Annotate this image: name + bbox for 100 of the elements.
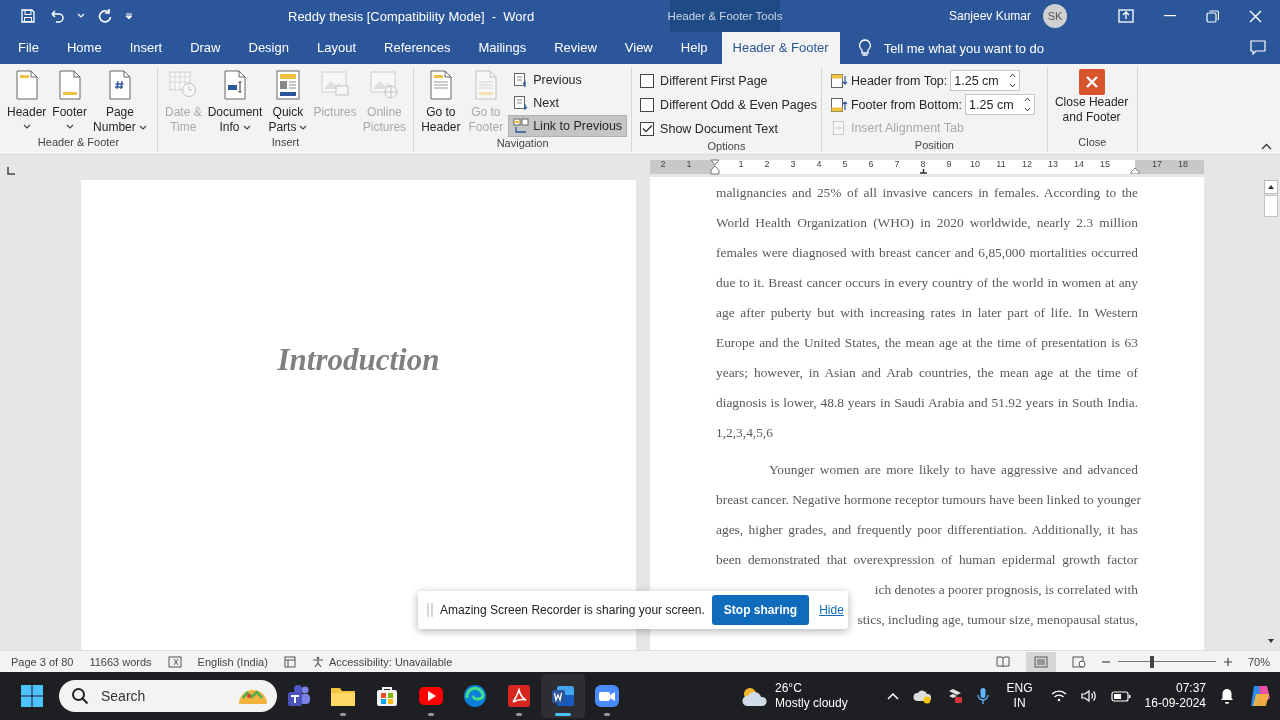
input-language[interactable]: ENG <box>1006 681 1033 696</box>
text-line: been demonstrated that overexpression of human epidermal growth factor <box>716 551 1138 569</box>
ribbon-tab[interactable]: References <box>370 32 465 64</box>
word-app-icon[interactable] <box>541 674 585 718</box>
text-line: Younger women are more likely to have aggressive and advanced <box>768 461 1138 479</box>
ribbon-tab[interactable]: Draw <box>176 32 235 64</box>
tab-selector-icon[interactable] <box>7 167 15 175</box>
save-icon[interactable] <box>20 8 36 24</box>
lightbulb-icon[interactable] <box>857 39 872 57</box>
ribbon-tab[interactable]: Layout <box>302 32 370 64</box>
window-title: Reddy thesis [Compatibility Mode] - Word <box>287 8 536 24</box>
cloudy-weather-icon[interactable] <box>739 685 769 707</box>
ribbon-tab[interactable]: Insert <box>115 32 177 64</box>
ribbon-tab[interactable]: File <box>4 32 53 64</box>
caret-icon[interactable] <box>242 124 251 131</box>
checkbox[interactable] <box>640 97 655 112</box>
macro-icon[interactable] <box>283 655 296 668</box>
field-label: Header from Top: <box>850 73 948 88</box>
close-icon <box>1078 69 1105 95</box>
scroll-up-icon[interactable] <box>1264 180 1278 194</box>
bell-icon[interactable] <box>1220 688 1234 704</box>
ribbon-display-icon[interactable] <box>1118 9 1134 23</box>
ruler-number: 1 <box>737 160 745 169</box>
ruler-number: 12 <box>1022 160 1032 169</box>
caret-icon[interactable] <box>138 124 147 131</box>
search-field[interactable]: Search <box>99 687 227 705</box>
comments-icon[interactable] <box>1250 40 1266 55</box>
ribbon-button[interactable]: Footer <box>49 67 91 135</box>
ribbon-button[interactable]: Link to Previous <box>508 115 628 137</box>
word-count[interactable]: 11663 words <box>89 655 152 668</box>
search-box[interactable]: Search <box>59 680 277 712</box>
ruler-number: 13 <box>1048 160 1058 169</box>
ribbon-button[interactable]: Page Number <box>90 67 150 135</box>
ribbon-button[interactable]: Quick Parts <box>265 67 311 135</box>
language-label[interactable]: English (India) <box>197 655 268 668</box>
battery-icon[interactable] <box>1110 690 1131 702</box>
scroll-thumb[interactable] <box>1264 195 1278 217</box>
checkbox-label[interactable]: Different Odd & Even Pages <box>660 97 817 112</box>
zoom-level[interactable]: 70% <box>1247 655 1270 668</box>
ribbon-button[interactable]: Document Info <box>204 67 266 135</box>
linked-pages-icon <box>513 118 530 134</box>
microphone-icon[interactable] <box>976 687 989 705</box>
tab-stop-icon[interactable] <box>919 169 928 174</box>
ribbon-tab[interactable]: Mailings <box>464 32 541 64</box>
checkbox-label[interactable]: Different First Page <box>660 73 768 88</box>
print-layout-icon[interactable] <box>1025 651 1056 672</box>
clock-date[interactable]: 16-09-2024 <box>1144 696 1206 711</box>
collapse-ribbon-icon[interactable] <box>1261 143 1272 150</box>
right-indent-icon[interactable] <box>1130 167 1140 174</box>
checkbox-label[interactable]: Show Document Text <box>660 121 778 136</box>
caret-icon[interactable] <box>65 124 74 130</box>
close-icon[interactable] <box>1249 9 1262 23</box>
checkbox[interactable] <box>640 73 655 88</box>
restore-icon[interactable] <box>1206 9 1219 23</box>
start-icon[interactable] <box>21 685 43 707</box>
minimize-icon[interactable] <box>1164 15 1176 17</box>
ruler-number: 7 <box>893 160 901 169</box>
ribbon-tab[interactable]: View <box>610 32 667 64</box>
checkbox[interactable] <box>640 121 655 136</box>
ruler-number: 2 <box>659 160 667 169</box>
ribbon-button[interactable]: Previous <box>508 69 628 91</box>
clock-time[interactable]: 07:37 <box>1175 681 1206 696</box>
grip-icon[interactable] <box>427 603 433 617</box>
ruler[interactable]: 2 1 1 2 3 4 5 6 7 8 9 10 11 12 13 14 15 17 18 <box>650 160 1204 174</box>
user-avatar[interactable]: SK <box>1043 4 1067 28</box>
ribbon-button[interactable]: Header <box>4 67 50 135</box>
undo-icon[interactable] <box>48 8 65 24</box>
ribbon-button[interactable]: Go to Header <box>418 67 464 135</box>
ruler-number: 9 <box>945 160 953 169</box>
spinner-icon[interactable] <box>1021 94 1036 115</box>
ribbon-tab[interactable]: Home <box>52 32 116 64</box>
ribbon-tab[interactable]: Design <box>234 32 303 64</box>
header-position-icon <box>829 72 848 89</box>
customize-icon[interactable] <box>125 12 133 20</box>
hide-link[interactable]: Hide <box>816 603 847 617</box>
caret-icon[interactable] <box>299 124 308 131</box>
accessibility-status[interactable]: Accessibility: Unavailable <box>311 655 453 668</box>
page-count[interactable]: Page 3 of 80 <box>11 655 74 668</box>
stop-sharing-button[interactable]: Stop sharing <box>711 595 810 625</box>
cloud-icon[interactable] <box>912 688 933 704</box>
tell-me-field[interactable]: Tell me what you want to do <box>881 39 1086 57</box>
input-region[interactable]: IN <box>1013 696 1026 711</box>
zoom-in-icon[interactable] <box>1223 657 1232 666</box>
caret-icon[interactable] <box>22 124 31 130</box>
ribbon-tab[interactable]: Help <box>666 32 722 64</box>
redo-icon[interactable] <box>97 8 113 24</box>
spinner-icon[interactable] <box>1006 70 1021 91</box>
chevron-up-icon[interactable] <box>886 692 899 700</box>
indent-marker-icon[interactable] <box>710 159 720 175</box>
ribbon-button[interactable]: Next <box>508 92 628 114</box>
proofing-icon[interactable] <box>167 655 182 668</box>
copilot-icon[interactable] <box>1248 684 1272 708</box>
ribbon-tab[interactable]: Header & Footer <box>721 32 840 64</box>
ribbon-tab[interactable]: Review <box>540 32 611 64</box>
wifi-icon[interactable] <box>1050 690 1067 702</box>
weather-condition[interactable]: Mostly cloudy <box>775 696 848 711</box>
user-name[interactable]: Sanjeev Kumar <box>948 9 1031 23</box>
volume-icon[interactable] <box>1080 689 1097 703</box>
ribbon-button[interactable]: Close Header and Footer <box>1051 67 1132 125</box>
temperature[interactable]: 26°C <box>775 681 848 696</box>
